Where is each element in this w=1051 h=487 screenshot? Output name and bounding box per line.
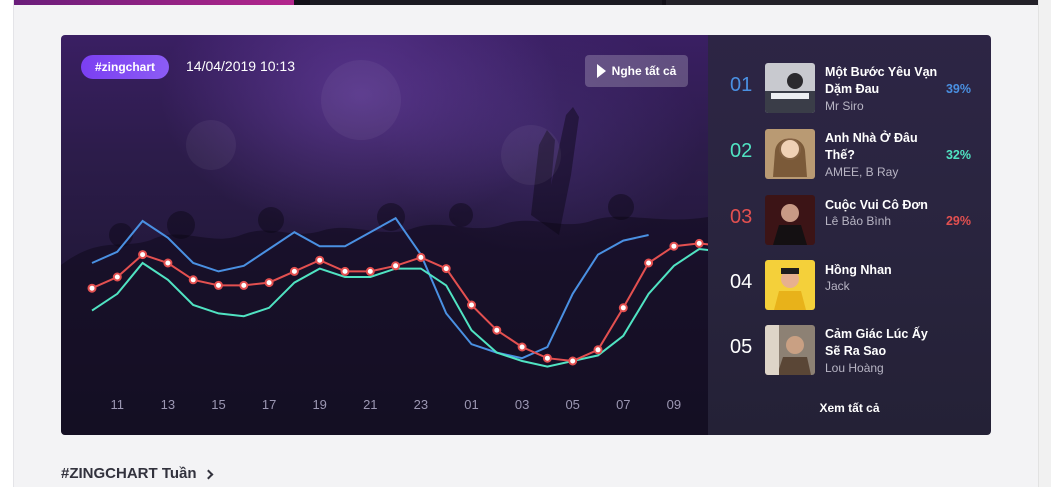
song-title[interactable]: Một Bước Yêu Vạn Dặm Đau — [825, 64, 945, 98]
data-point[interactable] — [264, 278, 274, 288]
x-tick-label: 09 — [667, 397, 681, 412]
x-tick-label: 11 — [111, 397, 125, 412]
song-artist[interactable]: Jack — [825, 279, 850, 293]
data-point[interactable] — [188, 275, 198, 285]
banner-accent — [14, 0, 294, 5]
x-tick-label: 15 — [211, 397, 225, 412]
x-tick-label: 07 — [616, 397, 630, 412]
data-point[interactable] — [391, 261, 401, 271]
song-artist[interactable]: Lou Hoàng — [825, 361, 884, 375]
ranking-item[interactable]: 03 Cuộc Vui Cô Đơn Lê Bảo Bình 29% — [708, 192, 991, 248]
chevron-right-icon — [203, 469, 214, 479]
data-point[interactable] — [112, 272, 122, 282]
data-point[interactable] — [593, 345, 603, 355]
data-point[interactable] — [138, 250, 148, 260]
left-gutter — [0, 0, 14, 487]
data-point[interactable] — [315, 255, 325, 265]
data-point[interactable] — [365, 266, 375, 276]
song-thumbnail[interactable] — [765, 63, 815, 113]
series-line-3 — [91, 242, 708, 363]
data-point[interactable] — [618, 303, 628, 313]
data-point[interactable] — [669, 241, 679, 251]
song-title[interactable]: Cảm Giác Lúc Ấy Sẽ Ra Sao — [825, 326, 945, 360]
song-title[interactable]: Hồng Nhan — [825, 262, 945, 279]
play-all-button[interactable]: Nghe tất cả — [585, 55, 688, 87]
data-point[interactable] — [517, 342, 527, 352]
play-all-label: Nghe tất cả — [611, 64, 677, 78]
song-title[interactable]: Cuộc Vui Cô Đơn — [825, 197, 945, 214]
ranking-item[interactable]: 02 Anh Nhà Ở Đâu Thế? AMEE, B Ray 32% — [708, 126, 991, 182]
chart-timestamp: 14/04/2019 10:13 — [186, 58, 295, 74]
song-thumbnail[interactable] — [765, 129, 815, 179]
x-tick-label: 05 — [565, 397, 579, 412]
rank-number: 01 — [730, 74, 753, 96]
rank-number: 03 — [730, 206, 753, 228]
x-tick-label: 03 — [515, 397, 529, 412]
data-point[interactable] — [87, 283, 97, 293]
data-point[interactable] — [214, 280, 223, 290]
song-artist[interactable]: Lê Bảo Bình — [825, 214, 891, 228]
data-point[interactable] — [542, 353, 552, 363]
song-thumbnail[interactable] — [765, 325, 815, 375]
zingchart-card: 11 13 15 17 19 21 23 01 03 05 07 09 #zingchart 14/0… — [61, 35, 708, 435]
rank-number: 05 — [730, 336, 753, 358]
banner-segment — [310, 0, 662, 5]
song-thumbnail[interactable] — [765, 195, 815, 245]
song-title[interactable]: Anh Nhà Ở Đâu Thế? — [825, 130, 945, 164]
rank-number: 02 — [730, 140, 753, 162]
song-thumbnail[interactable] — [765, 260, 815, 310]
data-point[interactable] — [239, 280, 249, 290]
data-point[interactable] — [163, 258, 173, 268]
x-tick-label: 21 — [363, 397, 377, 412]
song-percent: 29% — [945, 214, 971, 228]
scrollbar[interactable] — [1038, 0, 1051, 487]
zingchart-tag[interactable]: #zingchart — [81, 55, 170, 79]
song-artist[interactable]: Mr Siro — [825, 99, 864, 113]
data-point[interactable] — [492, 325, 502, 335]
rank-number: 04 — [730, 271, 753, 293]
banner-segment — [666, 0, 1038, 5]
data-point[interactable] — [340, 266, 350, 276]
x-tick-label: 01 — [464, 397, 478, 412]
x-tick-label: 17 — [262, 397, 276, 412]
data-point[interactable] — [289, 266, 299, 276]
song-percent: 39% — [945, 82, 971, 96]
x-tick-label: 19 — [312, 397, 326, 412]
data-point[interactable] — [416, 252, 426, 262]
weekly-chart-title: #ZINGCHART Tuần — [61, 465, 197, 482]
play-icon — [596, 64, 606, 78]
weekly-chart-heading[interactable]: #ZINGCHART Tuần — [61, 465, 214, 482]
ranking-item[interactable]: 05 Cảm Giác Lúc Ấy Sẽ Ra Sao Lou Hoàng — [708, 322, 991, 378]
top-banner-strip — [14, 0, 1038, 5]
ranking-item[interactable]: 04 Hồng Nhan Jack — [708, 257, 991, 313]
x-tick-label: 23 — [414, 397, 428, 412]
song-percent: 32% — [945, 148, 971, 162]
data-point[interactable] — [441, 264, 451, 274]
data-point[interactable] — [467, 300, 476, 310]
x-tick-label: 13 — [161, 397, 175, 412]
song-artist[interactable]: AMEE, B Ray — [825, 165, 898, 179]
data-point[interactable] — [568, 356, 578, 366]
data-point[interactable] — [694, 238, 704, 248]
ranking-panel: 01 Một Bước Yêu Vạn Dặm Đau Mr Siro 39% … — [708, 35, 991, 435]
line-chart: 11 13 15 17 19 21 23 01 03 05 07 09 — [87, 216, 708, 412]
ranking-item[interactable]: 01 Một Bước Yêu Vạn Dặm Đau Mr Siro 39% — [708, 60, 991, 116]
see-all-link[interactable]: Xem tất cả — [708, 401, 991, 415]
data-point[interactable] — [644, 258, 654, 268]
